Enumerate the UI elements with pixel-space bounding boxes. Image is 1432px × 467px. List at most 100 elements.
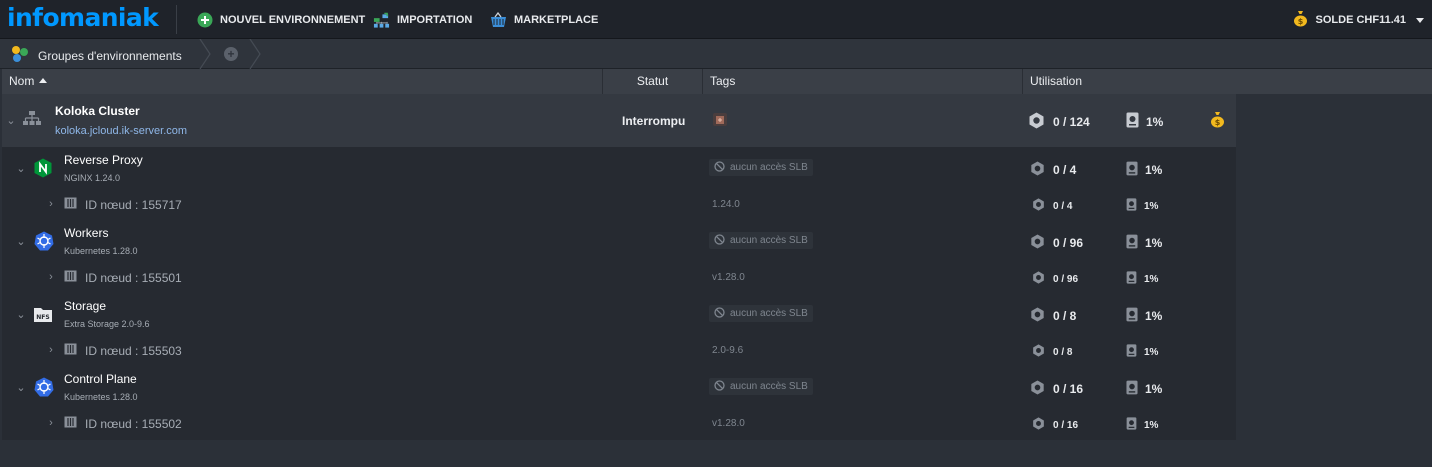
marketplace-button[interactable]: MARKETPLACE: [490, 10, 598, 30]
plus-circle-icon: [196, 12, 213, 29]
kubernetes-icon: [34, 231, 54, 256]
slb-tag-label: aucun accès SLB: [730, 308, 808, 319]
cloudlets-value: 0 / 16: [1053, 382, 1084, 396]
slb-tag[interactable]: aucun accès SLB: [709, 305, 813, 322]
balance-label: SOLDE CHF11.41: [1315, 14, 1406, 26]
node-group-cloudlets: 0 / 4: [1030, 161, 1076, 179]
node-cloudlets: 0 / 4: [1032, 198, 1072, 214]
environment-name[interactable]: Koloka Cluster: [55, 104, 140, 118]
node-group-name[interactable]: Reverse Proxy: [64, 153, 143, 167]
node-group-subtitle: Kubernetes 1.28.0: [64, 392, 138, 402]
chevron-down-icon[interactable]: ⌄: [6, 115, 16, 127]
environment-domain-link[interactable]: koloka.jcloud.ik-server.com: [55, 125, 187, 137]
node-group-disk: 1%: [1126, 234, 1162, 252]
node-group-name[interactable]: Workers: [64, 226, 108, 240]
disk-icon: [1126, 307, 1138, 325]
node-version: 1.24.0: [712, 199, 740, 210]
node-group-name[interactable]: Control Plane: [64, 372, 137, 386]
node-group-row[interactable]: ⌄ Reverse Proxy NGINX 1.24.0 aucun accès…: [2, 147, 1236, 220]
cloudlet-icon: [1032, 271, 1045, 287]
node-server-icon: [64, 343, 77, 358]
chevron-down-icon[interactable]: ⌄: [16, 236, 26, 248]
table-header: Nom Statut Tags Utilisation: [2, 69, 1236, 94]
cloudlet-icon: [1032, 198, 1045, 214]
cloudlet-icon: [1032, 417, 1045, 433]
disk-icon: [1126, 198, 1137, 214]
chevron-right-icon[interactable]: ›: [46, 344, 56, 356]
coin-bag-icon: $: [1293, 10, 1308, 30]
disk-icon: [1126, 161, 1138, 179]
disk-icon: [1126, 344, 1137, 360]
column-tags-label: Tags: [710, 74, 736, 88]
node-id-label: ID nœud : 155717: [85, 197, 182, 212]
new-environment-button[interactable]: NOUVEL ENVIRONNEMENT: [196, 10, 365, 30]
disk-icon: [1126, 234, 1138, 252]
slb-tag-label: aucun accès SLB: [730, 381, 808, 392]
ban-icon: [714, 233, 725, 248]
chevron-down-icon[interactable]: ⌄: [16, 382, 26, 394]
node-group-subtitle: NGINX 1.24.0: [64, 173, 121, 183]
node-row[interactable]: ID nœud : 155717: [64, 197, 182, 212]
slb-tag-label: aucun accès SLB: [730, 162, 808, 173]
marketplace-basket-icon: [490, 12, 507, 29]
node-row[interactable]: ID nœud : 155501: [64, 270, 182, 285]
node-group-cloudlets: 0 / 16: [1030, 380, 1083, 398]
disk-value: 1%: [1145, 236, 1163, 250]
chevron-down-icon[interactable]: ⌄: [16, 163, 26, 175]
column-tags-header[interactable]: Tags: [702, 69, 1022, 94]
brand-logo[interactable]: infomaniak: [7, 3, 159, 32]
node-cloudlets: 0 / 8: [1032, 344, 1072, 360]
node-row[interactable]: ID nœud : 155502: [64, 416, 182, 431]
chevron-right-icon[interactable]: ›: [46, 417, 56, 429]
disk-icon: [1126, 112, 1139, 131]
node-group-row[interactable]: ⌄ Control Plane Kubernetes 1.28.0 aucun …: [2, 366, 1236, 440]
node-row[interactable]: ID nœud : 155503: [64, 343, 182, 358]
node-version: v1.28.0: [712, 418, 745, 429]
cloudlet-icon: [1028, 112, 1045, 132]
ban-icon: [714, 160, 725, 175]
cloudlets-value: 0 / 96: [1053, 273, 1079, 285]
node-group-disk: 1%: [1126, 307, 1162, 325]
top-toolbar: infomaniak NOUVEL ENVIRONNEMENT IMPORTAT…: [0, 0, 1432, 39]
disk-icon: [1126, 417, 1137, 433]
marketplace-label: MARKETPLACE: [514, 14, 599, 26]
node-server-icon: [64, 197, 77, 212]
slb-tag[interactable]: aucun accès SLB: [709, 159, 813, 176]
disk-icon: [1126, 271, 1137, 287]
node-group-name[interactable]: Storage: [64, 299, 106, 313]
balance-menu[interactable]: $ SOLDE CHF11.41: [1293, 10, 1424, 30]
disk-value: 1%: [1144, 346, 1159, 358]
node-group-row[interactable]: ⌄ NFS Storage Extra Storage 2.0-9.6 aucu…: [2, 293, 1236, 366]
node-server-icon: [64, 270, 77, 285]
cloudlets-value: 0 / 8: [1053, 309, 1077, 323]
column-status-header[interactable]: Statut: [602, 69, 702, 94]
node-disk: 1%: [1126, 271, 1158, 287]
disk-icon: [1126, 380, 1138, 398]
column-usage-header[interactable]: Utilisation: [1022, 69, 1236, 94]
slb-tag[interactable]: aucun accès SLB: [709, 232, 813, 249]
chevron-right-icon[interactable]: ›: [46, 271, 56, 283]
tag-icon[interactable]: [713, 113, 727, 126]
node-group-row[interactable]: ⌄ Workers Kubernetes 1.28.0 aucun accès …: [2, 220, 1236, 293]
node-group-disk: 1%: [1126, 380, 1162, 398]
column-name-header[interactable]: Nom: [2, 69, 602, 94]
cloudlet-icon: [1030, 380, 1045, 398]
slb-tag[interactable]: aucun accès SLB: [709, 378, 813, 395]
environment-disk: 1%: [1126, 112, 1163, 131]
cloudlets-value: 0 / 4: [1053, 163, 1077, 177]
environments-table: ⌄ Koloka Cluster koloka.jcloud.ik-server…: [2, 94, 1236, 440]
nfs-icon: NFS: [33, 305, 53, 328]
add-group-button[interactable]: +: [224, 47, 238, 61]
column-usage-label: Utilisation: [1030, 74, 1083, 88]
chevron-right-icon[interactable]: ›: [46, 198, 56, 210]
ban-icon: [714, 379, 725, 394]
environment-row[interactable]: ⌄ Koloka Cluster koloka.jcloud.ik-server…: [2, 94, 1236, 147]
node-id-label: ID nœud : 155503: [85, 343, 182, 358]
chevron-down-icon[interactable]: ⌄: [16, 309, 26, 321]
disk-value: 1%: [1145, 382, 1163, 396]
coin-bag-icon[interactable]: $: [1210, 111, 1225, 133]
import-label: IMPORTATION: [397, 14, 473, 26]
node-cloudlets: 0 / 96: [1032, 271, 1078, 287]
breadcrumb-env-groups[interactable]: Groupes d'environnements: [10, 45, 182, 66]
import-button[interactable]: IMPORTATION: [373, 10, 472, 30]
